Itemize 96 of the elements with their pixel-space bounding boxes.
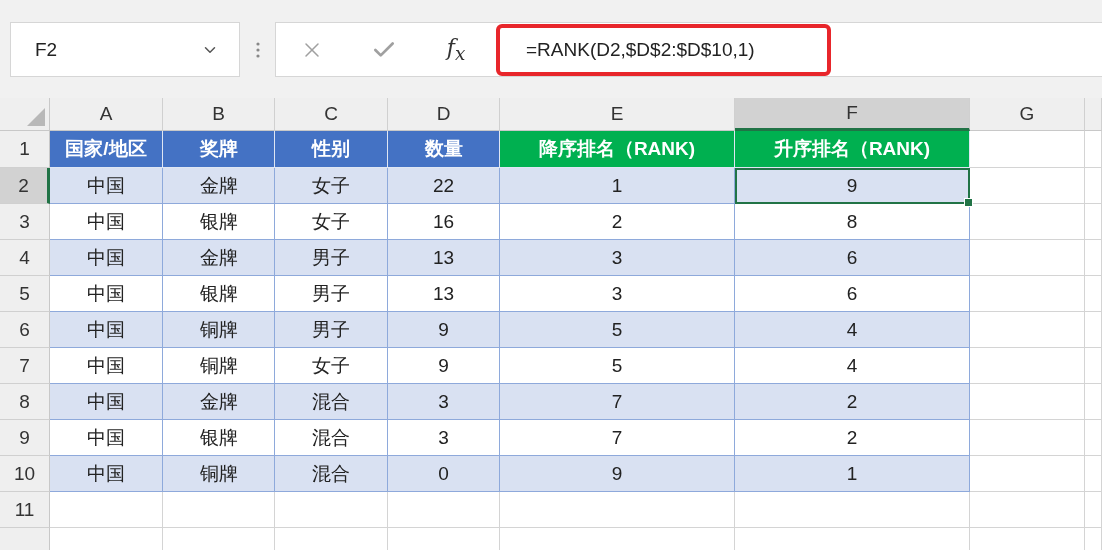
fill-handle[interactable] [964,198,973,207]
table-cell: 16 [388,204,500,240]
row-header[interactable]: 3 [0,204,50,240]
table-cell: 5 [500,312,735,348]
table-cell: 中国 [50,456,163,492]
table-cell: 9 [388,348,500,384]
table-cell: 银牌 [163,276,275,312]
row-header[interactable]: 2 [0,168,50,204]
table-cell: 女子 [275,168,388,204]
table-cell: 中国 [50,312,163,348]
empty-cell [1085,168,1102,204]
table-cell: 铜牌 [163,456,275,492]
table-cell: 金牌 [163,168,275,204]
table-cell: 9 [388,312,500,348]
name-box[interactable]: F2 [10,22,240,77]
table-cell: 13 [388,240,500,276]
table-cell: 3 [388,384,500,420]
table-cell: 0 [388,456,500,492]
table-cell: 1 [735,456,970,492]
table-cell: 男子 [275,240,388,276]
table-cell: 铜牌 [163,312,275,348]
empty-cell [1085,204,1102,240]
row-header[interactable]: 8 [0,384,50,420]
table-cell: 混合 [275,420,388,456]
row-header[interactable]: 4 [0,240,50,276]
header-cell: 升序排名（RANK) [735,131,970,168]
empty-cell [1085,348,1102,384]
cell-reference: F2 [35,38,58,61]
insert-function-button[interactable]: f$_{x}$ [420,34,492,65]
table-cell: 13 [388,276,500,312]
row-header[interactable]: 1 [0,131,50,168]
formula-field[interactable]: =RANK(D2,$D$2:$D$10,1) [496,23,831,76]
column-header[interactable]: A [50,98,163,131]
empty-cell [1085,276,1102,312]
table-cell: 混合 [275,384,388,420]
row-header[interactable]: 9 [0,420,50,456]
table-cell: 金牌 [163,240,275,276]
header-cell: 性别 [275,131,388,168]
table-cell: 3 [500,276,735,312]
header-cell: 奖牌 [163,131,275,168]
column-header[interactable]: C [275,98,388,131]
table-cell: 混合 [275,456,388,492]
table-cell: 银牌 [163,204,275,240]
table-cell: 中国 [50,276,163,312]
table-cell: 4 [735,312,970,348]
row-header[interactable]: 7 [0,348,50,384]
column-header[interactable]: F [735,98,970,131]
empty-cell [1085,420,1102,456]
table-cell: 4 [735,348,970,384]
table-cell: 1 [500,168,735,204]
row-header[interactable]: 10 [0,456,50,492]
table-cell: 铜牌 [163,348,275,384]
empty-cell [1085,384,1102,420]
table-cell: 中国 [50,420,163,456]
column-header[interactable]: E [500,98,735,131]
table-cell: 8 [735,204,970,240]
column-header[interactable]: D [388,98,500,131]
row-header[interactable]: 5 [0,276,50,312]
empty-cell [1085,240,1102,276]
table-cell: 3 [388,420,500,456]
empty-cell [1085,456,1102,492]
table-cell: 中国 [50,348,163,384]
table-cell: 银牌 [163,420,275,456]
table-cell: 7 [500,420,735,456]
empty-cell [1085,492,1102,528]
table-cell: 9 [500,456,735,492]
table-cell: 2 [735,384,970,420]
table-cell: 6 [735,240,970,276]
column-header[interactable]: G [970,98,1085,131]
header-cell: 降序排名（RANK) [500,131,735,168]
table-cell: 中国 [50,240,163,276]
table-cell: 男子 [275,276,388,312]
table-cell: 中国 [50,384,163,420]
column-header[interactable] [1085,98,1102,131]
select-all-icon[interactable] [27,108,45,126]
empty-cell [1085,312,1102,348]
table-cell: 金牌 [163,384,275,420]
table-cell: 中国 [50,204,163,240]
table-cell: 5 [500,348,735,384]
table-cell: 2 [735,420,970,456]
row-header[interactable]: 11 [0,492,50,528]
row-header[interactable]: 6 [0,312,50,348]
column-header[interactable]: B [163,98,275,131]
table-cell: 2 [500,204,735,240]
table-cell: 女子 [275,348,388,384]
header-cell: 国家/地区 [50,131,163,168]
table-cell: 男子 [275,312,388,348]
table-cell: 9 [735,168,970,204]
vertical-dots-icon [255,41,260,58]
table-cell: 女子 [275,204,388,240]
header-cell: 数量 [388,131,500,168]
table-cell: 中国 [50,168,163,204]
table-cell: 7 [500,384,735,420]
table-cell: 3 [500,240,735,276]
table-cell: 6 [735,276,970,312]
table-cell: 22 [388,168,500,204]
